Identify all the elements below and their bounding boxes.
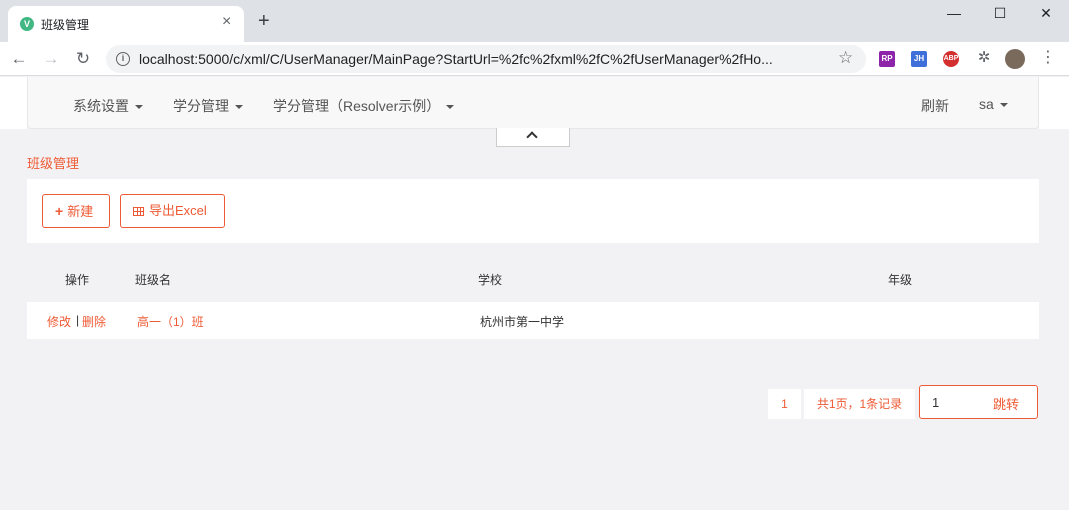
pagination-summary: 共1页，1条记录 (804, 389, 915, 419)
window-close-button[interactable]: ✕ (1034, 4, 1058, 24)
table-row: 修改 | 删除 高一（1）班 杭州市第一中学 (27, 302, 1039, 339)
class-name-link[interactable]: 高一（1）班 (137, 313, 204, 330)
caret-down-icon (999, 103, 1008, 108)
reload-icon[interactable]: ↻ (72, 48, 94, 70)
column-header-actions: 操作 (65, 273, 90, 287)
app-navbar: 系统设置 学分管理 学分管理（Resolver示例） 刷新 sa (27, 77, 1039, 129)
extension-adblock-icon[interactable]: ABP (943, 51, 959, 67)
school-cell: 杭州市第一中学 (480, 315, 565, 329)
tab-close-icon[interactable]: × (222, 14, 231, 30)
address-bar[interactable]: i localhost:5000/c/xml/C/UserManager/Mai… (106, 45, 866, 73)
column-header-grade: 年级 (888, 273, 913, 287)
forward-icon[interactable]: → (40, 48, 62, 70)
nav-credit-management[interactable]: 学分管理 (173, 96, 243, 116)
new-tab-icon[interactable]: + (258, 11, 270, 31)
table-icon (133, 207, 144, 216)
browser-tab[interactable]: V 班级管理 × (8, 6, 244, 42)
export-button-label: 导出Excel (149, 203, 207, 218)
column-header-class-name: 班级名 (135, 273, 172, 287)
profile-avatar[interactable] (1005, 49, 1025, 69)
extensions-puzzle-icon[interactable]: ✲ (975, 50, 993, 66)
export-excel-button[interactable]: 导出Excel (120, 194, 225, 228)
nav-label: 系统设置 (73, 98, 129, 114)
navbar-gutter-right (1039, 77, 1069, 129)
pagination-page-1[interactable]: 1 (768, 389, 801, 419)
nav-refresh[interactable]: 刷新 (921, 96, 949, 116)
browser-titlebar: V 班级管理 × + — ☐ ✕ (0, 0, 1069, 42)
site-info-icon[interactable]: i (116, 52, 130, 66)
window-maximize-button[interactable]: ☐ (988, 4, 1012, 24)
url-text[interactable]: localhost:5000/c/xml/C/UserManager/MainP… (139, 51, 773, 67)
user-name: sa (979, 96, 994, 112)
edit-link[interactable]: 修改 (47, 313, 71, 330)
browser-toolbar: ← → ↻ i localhost:5000/c/xml/C/UserManag… (0, 42, 1069, 76)
tab-title: 班级管理 (41, 18, 90, 32)
new-button[interactable]: + 新建 (42, 194, 110, 228)
navbar-gutter-left (0, 77, 27, 129)
nav-system-settings[interactable]: 系统设置 (73, 96, 143, 116)
nav-label: 学分管理（Resolver示例） (273, 98, 441, 114)
window-minimize-button[interactable]: — (942, 4, 966, 24)
page-title: 班级管理 (27, 156, 80, 171)
nav-credit-resolver[interactable]: 学分管理（Resolver示例） (273, 96, 455, 116)
plus-icon: + (55, 203, 64, 219)
bookmark-star-icon[interactable]: ☆ (838, 48, 853, 68)
action-separator: | (76, 313, 80, 327)
extension-rp-icon[interactable]: RP (879, 51, 895, 67)
page-jump-box: 跳转 (919, 385, 1038, 419)
caret-down-icon (135, 105, 143, 110)
navbar-collapse-toggle[interactable] (496, 128, 570, 147)
browser-menu-icon[interactable]: ⋮ (1040, 49, 1056, 67)
chevron-up-icon (526, 131, 538, 143)
nav-user-menu[interactable]: sa (979, 96, 1008, 112)
new-button-label: 新建 (67, 204, 94, 219)
column-header-school: 学校 (478, 273, 503, 287)
delete-link[interactable]: 删除 (82, 313, 106, 330)
caret-down-icon (235, 105, 243, 110)
back-icon[interactable]: ← (8, 48, 30, 70)
page-jump-input[interactable] (932, 393, 982, 411)
jump-button[interactable]: 跳转 (993, 394, 1019, 413)
extension-jh-icon[interactable]: JH (911, 51, 927, 67)
nav-label: 学分管理 (173, 98, 229, 114)
caret-down-icon (446, 105, 455, 110)
action-panel: + 新建 导出Excel (27, 179, 1039, 243)
vue-favicon-icon: V (20, 17, 34, 31)
